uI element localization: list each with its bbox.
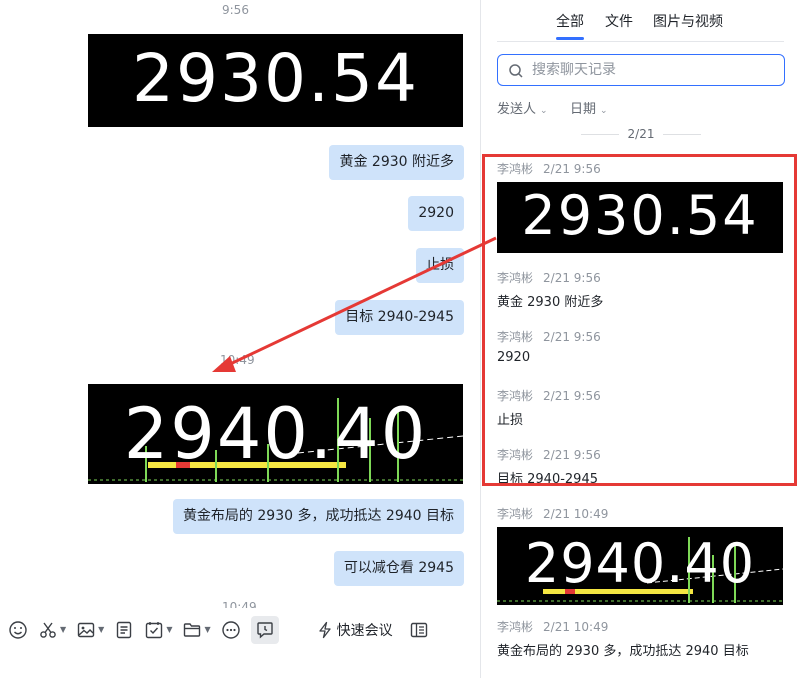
chevron-down-icon: ⌄ [540, 106, 548, 116]
sender-filter-label: 发送人 [497, 102, 537, 117]
tabs-divider [497, 41, 784, 42]
result-image-number: 2940.40 [524, 532, 756, 595]
chevron-down-icon: ▼ [204, 625, 211, 634]
quick-meeting-button[interactable]: 快速会议 [317, 616, 393, 644]
text-message[interactable]: 黄金 2930 附近多 [329, 145, 464, 180]
result-image-number: 2930.54 [521, 184, 759, 247]
result-text: 2920 [497, 350, 531, 365]
search-icon [509, 64, 523, 78]
sidebar-icon [410, 622, 427, 637]
message-icon [256, 621, 273, 639]
result-time: 2/21 10:49 [543, 507, 609, 521]
result-time: 2/21 9:56 [543, 448, 601, 462]
search-result[interactable]: 李鸿彬 2/21 9:56 2930.54 [497, 160, 787, 253]
result-time: 2/21 10:49 [543, 620, 609, 634]
message-panel-button[interactable] [250, 615, 279, 644]
chevron-down-icon: ▼ [166, 625, 173, 634]
message-timestamp: 10:49 [220, 353, 255, 367]
document-button[interactable] [114, 616, 134, 644]
emoji-button[interactable] [8, 616, 28, 644]
emoji-icon [9, 620, 27, 639]
result-text: 黄金布局的 2930 多，成功抵达 2940 目标 [497, 644, 749, 659]
task-icon [146, 621, 163, 638]
result-sender: 李鸿彬 [497, 620, 534, 634]
active-tab-indicator [556, 37, 584, 40]
tab-all[interactable]: 全部 [556, 11, 584, 31]
chat-window: 9:56 2930.54 黄金 2930 附近多 2920 止损 目标 2940… [0, 0, 800, 678]
image-message-number: 2940.40 [123, 393, 428, 475]
search-input[interactable] [532, 60, 772, 80]
tab-files[interactable]: 文件 [605, 11, 633, 31]
lightning-icon [318, 621, 331, 638]
result-sender: 李鸿彬 [497, 330, 534, 344]
scissors-icon [40, 622, 56, 638]
image-icon [77, 622, 95, 637]
search-box [497, 54, 785, 86]
result-sender: 李鸿彬 [497, 507, 534, 521]
folder-button[interactable]: ▼ [182, 616, 211, 644]
text-message[interactable]: 可以减仓看 2945 [333, 551, 464, 586]
text-message[interactable]: 2920 [408, 196, 464, 231]
chevron-down-icon: ▼ [98, 625, 105, 634]
sidebar-toggle-button[interactable] [409, 616, 429, 644]
image-button[interactable]: ▼ [76, 616, 104, 644]
date-separator: 2/21 [581, 126, 701, 142]
text-message[interactable]: 止损 [416, 248, 464, 283]
search-result[interactable]: 李鸿彬 2/21 10:49 2940.40 [497, 505, 787, 605]
sender-filter[interactable]: 发送人 ⌄ [497, 98, 548, 117]
search-result[interactable]: 李鸿彬 2/21 9:56 目标 2940-2945 [497, 446, 787, 487]
result-time: 2/21 9:56 [543, 162, 601, 176]
image-message[interactable]: 2930.54 [88, 34, 463, 127]
message-timestamp: 9:56 [222, 3, 249, 17]
result-sender: 李鸿彬 [497, 389, 534, 403]
tab-media[interactable]: 图片与视频 [653, 11, 723, 31]
result-sender: 李鸿彬 [497, 448, 534, 462]
result-time: 2/21 9:56 [543, 330, 601, 344]
image-message-number: 2930.54 [132, 40, 419, 117]
more-button[interactable] [221, 616, 241, 644]
history-search-panel: 全部 文件 图片与视频 发送人⌄ 日期⌄ 2/21 李鸿彬2/21 9:56 [480, 0, 800, 678]
folder-icon [184, 622, 201, 637]
task-button[interactable]: ▼ [144, 616, 172, 644]
search-result[interactable]: 李鸿彬 2/21 9:56 黄金 2930 附近多 [497, 269, 787, 310]
date-filter[interactable]: 日期 ⌄ [570, 98, 608, 117]
search-result[interactable]: 李鸿彬 2/21 10:49 黄金布局的 2930 多，成功抵达 2940 目标 [497, 618, 787, 659]
result-sender: 李鸿彬 [497, 162, 534, 176]
result-text: 黄金 2930 附近多 [497, 295, 604, 310]
input-toolbar: ▼ ▼ ▼ ▼ 快速会议 [0, 608, 480, 650]
text-message[interactable]: 黄金布局的 2930 多，成功抵达 2940 目标 [172, 499, 464, 534]
result-text: 止损 [497, 413, 524, 428]
document-icon [117, 621, 132, 638]
search-result[interactable]: 李鸿彬 2/21 9:56 2920 [497, 328, 787, 365]
result-time: 2/21 9:56 [543, 271, 601, 285]
result-time: 2/21 9:56 [543, 389, 601, 403]
chat-pane: 9:56 2930.54 黄金 2930 附近多 2920 止损 目标 2940… [0, 0, 480, 678]
image-message[interactable]: 2940.40 [88, 384, 463, 484]
search-result[interactable]: 李鸿彬 2/21 9:56 止损 [497, 387, 787, 428]
chevron-down-icon: ⌄ [600, 106, 608, 116]
message-timestamp: 10:49 [222, 600, 257, 608]
history-tabs: 全部 文件 图片与视频 [481, 0, 800, 42]
result-image[interactable]: 2930.54 [497, 182, 783, 253]
result-text: 目标 2940-2945 [497, 472, 598, 487]
result-image[interactable]: 2940.40 [497, 527, 783, 605]
text-message[interactable]: 目标 2940-2945 [335, 300, 464, 335]
date-filter-label: 日期 [570, 102, 597, 117]
result-sender: 李鸿彬 [497, 271, 534, 285]
quick-meeting-label: 快速会议 [336, 622, 393, 639]
screenshot-button[interactable]: ▼ [38, 616, 66, 644]
more-icon [221, 620, 240, 639]
chevron-down-icon: ▼ [60, 625, 67, 634]
